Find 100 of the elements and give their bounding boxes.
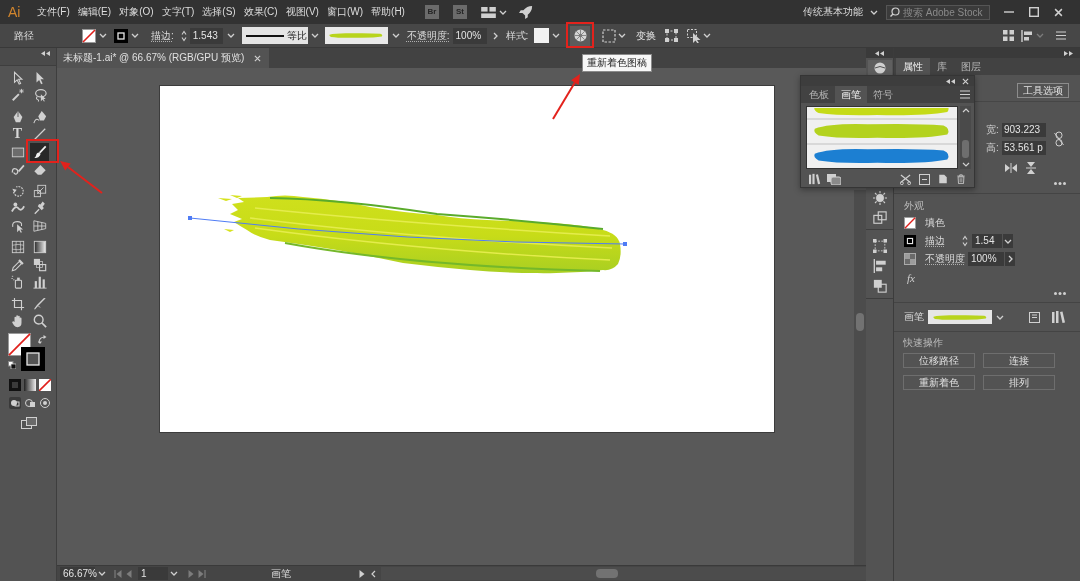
gradient-mode-icon[interactable] (24, 379, 36, 391)
four-squares-icon[interactable] (1003, 30, 1014, 41)
opacity-label[interactable]: 不透明度: (406, 29, 450, 42)
menu-item[interactable]: 效果(C) (243, 6, 278, 18)
scrollbar-thumb[interactable] (962, 139, 969, 158)
menu-item[interactable]: 编辑(E) (77, 6, 112, 18)
panel-tab[interactable]: 符号 (867, 86, 899, 103)
stroke-swatch-icon[interactable] (114, 28, 128, 43)
chevron-left-icon[interactable] (371, 569, 376, 578)
width-field[interactable]: 903.223 (1002, 123, 1046, 137)
spinner-icon[interactable] (180, 29, 187, 42)
expand-icon[interactable] (1064, 50, 1073, 56)
more-icon[interactable] (1054, 182, 1066, 185)
stroke-label[interactable]: 描边 (925, 235, 955, 247)
down-chevron-icon[interactable] (961, 162, 970, 167)
height-field[interactable]: 53.561 p (1002, 141, 1046, 155)
dashed-square-icon[interactable] (602, 28, 617, 43)
menu-item[interactable]: 对象(O) (119, 6, 154, 18)
transform-box-icon[interactable] (665, 29, 679, 42)
panel-icon[interactable] (919, 173, 930, 185)
menu-item[interactable]: 文件(F) (37, 6, 70, 18)
checkerboard-icon[interactable] (904, 253, 916, 265)
transform-button[interactable]: 变换 (636, 29, 657, 42)
dropdown-button[interactable] (1003, 234, 1013, 248)
document-tab[interactable]: 未标题-1.ai* @ 66.67% (RGB/GPU 预览) (57, 48, 270, 68)
flip-horizontal-icon[interactable] (1005, 163, 1017, 173)
scrollbar-thumb[interactable] (596, 569, 618, 578)
layered-squares-icon[interactable] (827, 173, 841, 185)
default-colors-icon[interactable] (8, 361, 16, 369)
collapse-icon[interactable] (946, 78, 955, 84)
panel-tab[interactable]: 库 (930, 58, 954, 75)
brush-stroke[interactable] (218, 195, 621, 274)
close-icon[interactable] (1054, 7, 1063, 17)
menu-item[interactable]: 窗口(W) (326, 6, 364, 18)
effects-button[interactable]: fx (907, 272, 915, 284)
up-chevron-icon[interactable] (961, 108, 970, 113)
expand-button[interactable] (1005, 252, 1015, 266)
stroke-label[interactable]: 描边: (151, 29, 174, 42)
more-icon[interactable] (1054, 292, 1066, 295)
color-mode-icon[interactable] (9, 379, 21, 391)
workspace-switcher[interactable]: 传统基本功能 (803, 6, 878, 18)
sun-icon[interactable] (872, 191, 887, 205)
stroke-swatch-icon[interactable] (904, 235, 916, 247)
transform-box-icon[interactable] (872, 239, 887, 253)
stacked-squares-icon[interactable] (872, 279, 887, 293)
menu-item[interactable]: 视图(V) (285, 6, 319, 18)
tool-button[interactable]: T (8, 125, 27, 143)
align-bars-icon[interactable] (1021, 29, 1033, 42)
trash-icon[interactable] (956, 174, 966, 184)
panel-icon[interactable] (1029, 311, 1040, 323)
broken-link-icon[interactable] (1054, 131, 1064, 147)
draw-inside-icon[interactable] (39, 397, 51, 409)
draw-behind-icon[interactable] (24, 397, 36, 409)
chevron-right-icon[interactable] (492, 31, 498, 40)
screen-mode-icon[interactable] (21, 417, 37, 429)
none-mode-icon[interactable] (39, 379, 51, 391)
collapse-icon[interactable] (41, 51, 50, 56)
menu-item[interactable]: 文字(T) (161, 6, 195, 18)
action-button[interactable]: 排列 (983, 375, 1055, 390)
stroke-swatch-icon[interactable] (21, 347, 45, 371)
panel-tab[interactable]: 图层 (954, 58, 988, 75)
panel-tab[interactable]: 属性 (896, 58, 930, 75)
style-swatch-icon[interactable] (534, 28, 550, 43)
draw-normal-icon[interactable] (9, 397, 21, 409)
opacity-field[interactable]: 100% (452, 27, 487, 44)
collapse-icon[interactable] (875, 50, 884, 56)
close-icon[interactable] (254, 54, 262, 62)
menu-icon[interactable] (960, 90, 970, 99)
tool-options-button[interactable]: 工具选项 (1017, 83, 1069, 98)
books-icon[interactable] (1052, 311, 1066, 323)
swap-arrow-icon[interactable] (38, 335, 47, 344)
action-button[interactable]: 重新着色 (903, 375, 975, 390)
arrow-square-icon[interactable] (687, 28, 702, 43)
menu-item[interactable]: 帮助(H) (371, 6, 405, 18)
flip-vertical-icon[interactable] (1026, 162, 1036, 174)
close-icon[interactable] (962, 77, 969, 85)
fill-swatch-icon[interactable] (904, 217, 916, 229)
search-field[interactable]: 搜索 Adobe Stock (886, 4, 990, 20)
action-button[interactable]: 位移路径 (903, 353, 975, 368)
spinner-icon[interactable] (962, 235, 968, 247)
zoom-field[interactable]: 66.67% (60, 567, 95, 580)
opacity-label[interactable]: 不透明度 (925, 253, 965, 265)
stroke-weight-field[interactable]: 1.543 (189, 27, 223, 44)
align-left-icon[interactable] (872, 259, 887, 273)
scissors-icon[interactable] (900, 173, 911, 185)
overlapping-squares-icon[interactable] (872, 211, 887, 225)
artboard-field[interactable]: 1 (138, 567, 168, 580)
maximize-icon[interactable] (1029, 7, 1039, 17)
scrollbar-thumb[interactable] (856, 313, 864, 331)
layout-icon[interactable] (480, 6, 496, 18)
menu-item[interactable]: 选择(S) (202, 6, 236, 18)
rocket-icon[interactable] (518, 5, 533, 19)
dock-button[interactable] (868, 60, 892, 75)
books-icon[interactable] (809, 173, 821, 185)
stroke-weight-field[interactable]: 1.54 (972, 234, 1002, 248)
panel-tab[interactable]: 画笔 (835, 86, 867, 103)
tool-button[interactable] (30, 143, 49, 161)
play-icon[interactable] (359, 569, 365, 578)
list-icon[interactable] (1056, 31, 1066, 40)
new-page-icon[interactable] (938, 174, 948, 184)
